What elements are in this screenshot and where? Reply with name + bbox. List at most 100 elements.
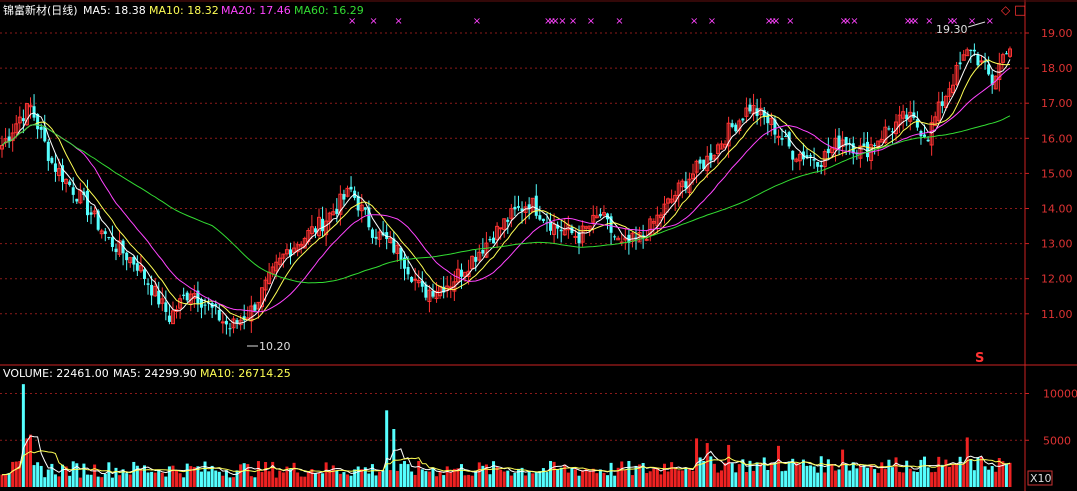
volume-bar xyxy=(531,473,535,487)
volume-bar xyxy=(399,463,403,487)
volume-bar xyxy=(570,467,574,487)
candle-body xyxy=(534,195,538,216)
volume-bar xyxy=(598,469,602,487)
volume-bar xyxy=(556,469,560,487)
volume-bar xyxy=(264,462,268,487)
price-tick-label: 14.00 xyxy=(1041,203,1073,216)
volume-bar xyxy=(737,464,741,487)
volume-bar xyxy=(940,464,944,487)
volume-bar xyxy=(595,473,599,487)
candle-body xyxy=(114,248,118,253)
volume-bar xyxy=(666,471,670,487)
candle-body xyxy=(958,62,962,65)
volume-tick-label: 5000 xyxy=(1043,434,1071,447)
volume-bar xyxy=(356,466,360,487)
volume-bar xyxy=(780,471,784,487)
volume-bar xyxy=(876,472,880,487)
volume-bar xyxy=(492,461,496,487)
volume-bar xyxy=(894,457,898,487)
candle-body xyxy=(342,194,346,200)
x-marker: × xyxy=(369,16,377,27)
volume-ma10-label: MA10: 26714.25 xyxy=(200,367,291,380)
candle-body xyxy=(488,239,492,241)
candle-body xyxy=(873,144,877,146)
volume-bar xyxy=(100,477,104,487)
volume-bar xyxy=(214,470,218,487)
volume-bar xyxy=(378,471,382,487)
candle-body xyxy=(819,164,823,168)
volume-bar xyxy=(281,472,285,487)
volume-bar xyxy=(228,477,232,487)
volume-bar xyxy=(410,471,414,487)
volume-bar xyxy=(990,466,994,487)
volume-bars xyxy=(0,384,1012,487)
volume-bar xyxy=(752,470,756,487)
candle-body xyxy=(506,219,510,222)
volume-bar xyxy=(602,472,606,487)
candle-body xyxy=(698,159,702,164)
candle-body xyxy=(684,181,688,189)
volume-bar xyxy=(278,470,282,487)
volume-bar xyxy=(955,463,959,487)
candle-body xyxy=(559,229,563,232)
volume-bar xyxy=(972,470,976,487)
ma5-line xyxy=(1,53,1011,324)
volume-bar xyxy=(424,471,428,487)
price-tick-label: 15.00 xyxy=(1041,167,1073,180)
high-price-annotation: 19.30 xyxy=(936,23,968,36)
volume-bar xyxy=(830,463,834,487)
candle-body xyxy=(50,157,54,163)
volume-bar xyxy=(716,472,720,487)
candle-body xyxy=(784,136,788,138)
diamond-icon[interactable]: ◇ xyxy=(1001,3,1011,17)
volume-bar xyxy=(901,472,905,487)
volume-bar xyxy=(495,466,499,487)
volume-bar xyxy=(559,467,563,487)
volume-bar xyxy=(292,462,296,487)
volume-bar xyxy=(221,475,225,487)
volume-bar xyxy=(670,462,674,487)
volume-unit-label: X10 xyxy=(1030,472,1052,485)
volume-bar xyxy=(53,474,57,487)
candle-body xyxy=(157,290,161,305)
volume-bar xyxy=(773,462,777,487)
volume-bar xyxy=(467,474,471,487)
volume-bar xyxy=(61,464,65,487)
volume-bar xyxy=(566,472,570,487)
candle-body xyxy=(349,186,353,190)
volume-bar xyxy=(883,469,887,487)
volume-bar xyxy=(823,472,827,487)
price-axis: 19.00 18.00 17.00 16.00 15.00 14.00 13.00 12.00… xyxy=(1025,27,1077,447)
volume-bar xyxy=(809,465,813,487)
volume-tick-label: 10000 xyxy=(1043,388,1077,401)
candle-body xyxy=(125,252,129,261)
candle-body xyxy=(21,118,25,122)
volume-bar xyxy=(381,470,385,487)
volume-bar xyxy=(4,474,8,487)
volume-bar xyxy=(402,461,406,487)
candle-body xyxy=(110,237,114,248)
maximize-icon[interactable]: □ xyxy=(1014,3,1026,18)
volume-bar xyxy=(438,471,442,487)
candle-body xyxy=(374,236,378,239)
x-marker: × xyxy=(569,16,577,27)
volume-bar xyxy=(385,410,389,487)
volume-bar xyxy=(766,470,770,487)
volume-bar xyxy=(919,459,923,487)
volume-bar xyxy=(417,461,421,487)
volume-bar xyxy=(224,470,228,487)
price-tick-label: 11.00 xyxy=(1041,308,1073,321)
volume-bar xyxy=(306,471,310,487)
volume-bar xyxy=(538,471,542,487)
candles xyxy=(0,43,1012,337)
volume-bar xyxy=(983,466,987,487)
candle-body xyxy=(71,187,75,195)
price-tick-label: 19.00 xyxy=(1041,27,1073,40)
x-marker: × xyxy=(708,16,716,27)
price-tick-label: 13.00 xyxy=(1041,238,1073,251)
volume-bar xyxy=(153,472,157,487)
volume-bar xyxy=(107,462,111,487)
volume-bar xyxy=(85,474,89,487)
volume-bar xyxy=(199,471,203,487)
volume-bar xyxy=(164,476,168,487)
